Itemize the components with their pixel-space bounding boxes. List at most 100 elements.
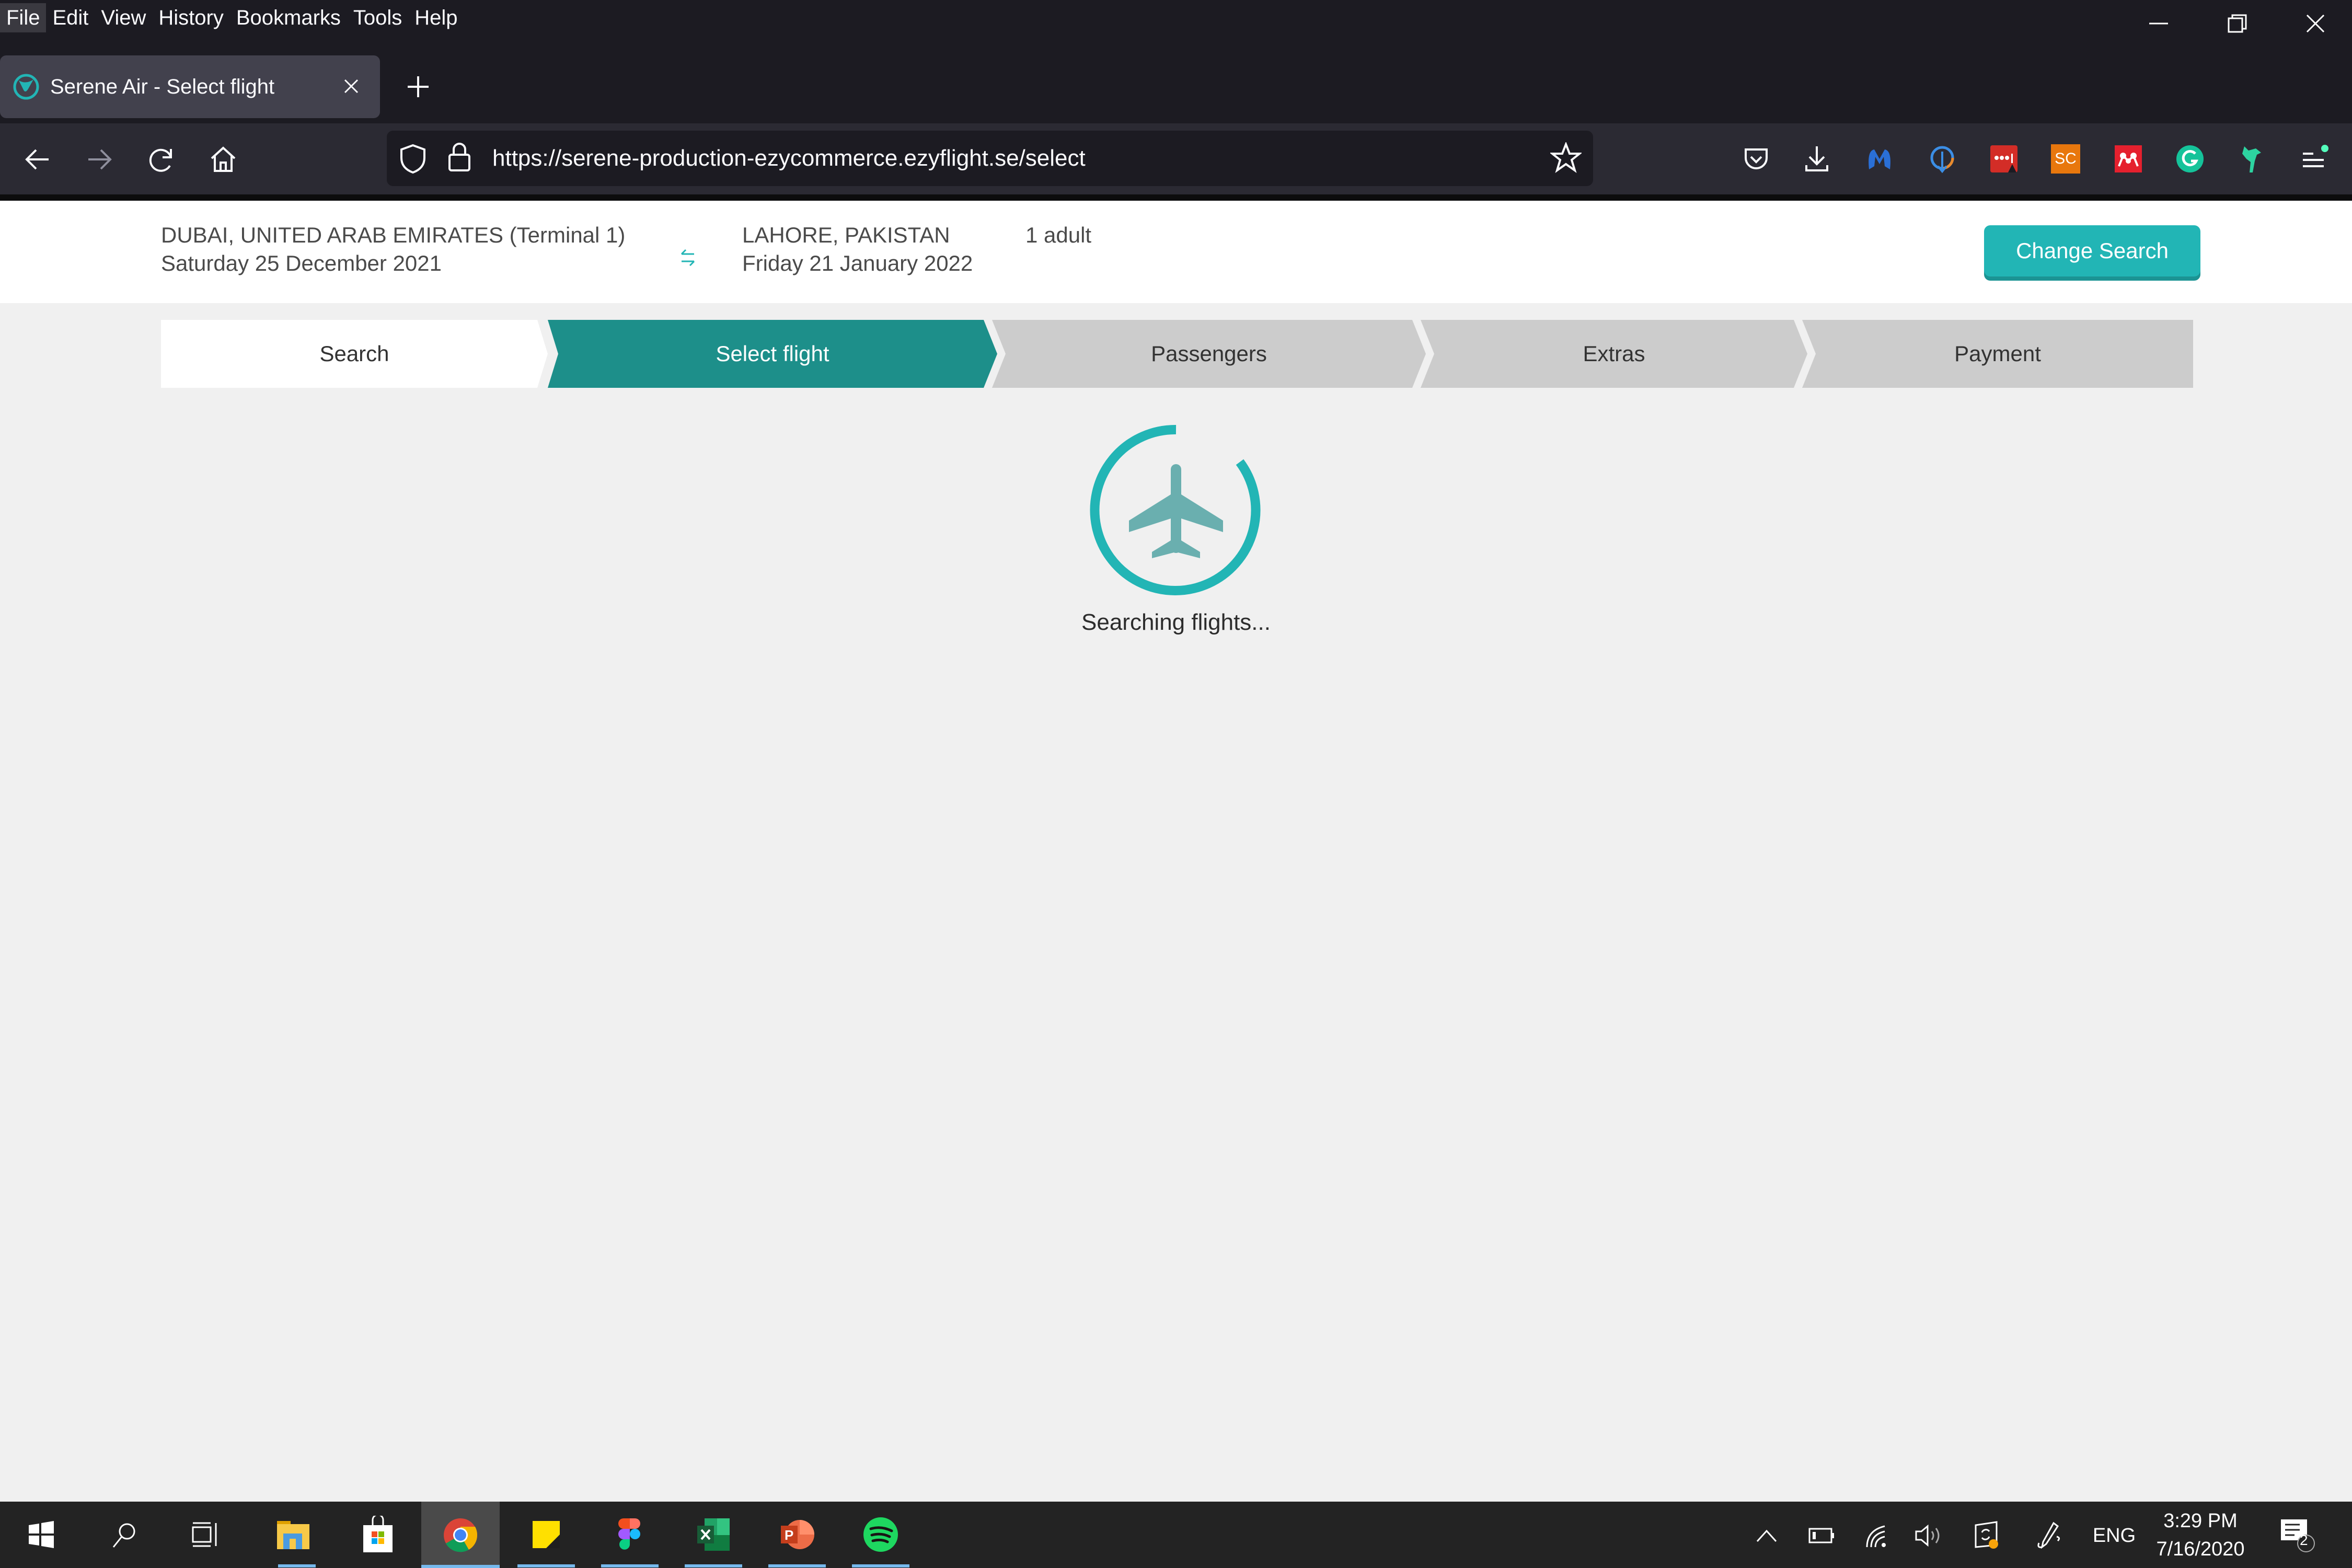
green-extension[interactable] bbox=[2235, 142, 2268, 176]
figma-icon bbox=[618, 1518, 640, 1550]
menu-help-label: Help bbox=[414, 6, 458, 29]
input-language[interactable]: ENG bbox=[2085, 1517, 2143, 1554]
sc-extension[interactable]: SC bbox=[2049, 142, 2082, 176]
chrome-icon bbox=[444, 1518, 478, 1552]
step-payment-label: Payment bbox=[1954, 341, 2041, 366]
action-center-button[interactable]: 2 bbox=[2277, 1517, 2319, 1554]
extension-green-icon bbox=[2242, 146, 2261, 172]
tab-serene-air[interactable]: Serene Air - Select flight bbox=[0, 55, 380, 118]
step-extras-label: Extras bbox=[1583, 341, 1645, 366]
language-label: ENG bbox=[2092, 1524, 2136, 1547]
pen-workspace-button[interactable] bbox=[2033, 1517, 2065, 1554]
step-search[interactable]: Search bbox=[161, 320, 548, 388]
menu-bar: File Edit View History Bookmarks Tools H… bbox=[0, 3, 464, 32]
file-explorer-icon bbox=[277, 1521, 309, 1549]
forward-button[interactable] bbox=[82, 141, 118, 178]
pen-icon bbox=[2037, 1521, 2060, 1549]
windows-update-icon bbox=[1975, 1521, 1998, 1549]
close-window-button[interactable] bbox=[2276, 0, 2352, 47]
windows-taskbar: P ENG 3:29 PM 7/16/2020 2 bbox=[0, 1502, 2352, 1568]
taskbar-chrome[interactable] bbox=[421, 1502, 500, 1568]
toolbar-separator bbox=[0, 194, 2352, 201]
reload-button[interactable] bbox=[143, 141, 180, 178]
taskbar-sticky-notes[interactable] bbox=[517, 1511, 575, 1567]
close-icon bbox=[2306, 14, 2325, 33]
forward-arrow-icon bbox=[88, 149, 112, 170]
malwarebytes-extension[interactable] bbox=[1863, 142, 1896, 176]
update-status[interactable] bbox=[1971, 1517, 2003, 1554]
new-tab-button[interactable] bbox=[402, 71, 434, 102]
change-search-button[interactable]: Change Search bbox=[1984, 225, 2200, 276]
loading-spinner bbox=[1090, 424, 1261, 595]
search-summary: DUBAI, UNITED ARAB EMIRATES (Terminal 1)… bbox=[0, 201, 2352, 303]
destination-city: LAHORE, PAKISTAN bbox=[742, 223, 950, 247]
clock-date: 7/16/2020 bbox=[2156, 1538, 2245, 1560]
home-button[interactable] bbox=[205, 141, 241, 178]
menu-bookmarks[interactable]: Bookmarks bbox=[230, 3, 347, 32]
running-indicator bbox=[768, 1564, 826, 1567]
departure-date: Saturday 25 December 2021 bbox=[161, 251, 442, 275]
back-button[interactable] bbox=[19, 141, 55, 178]
mendeley-extension[interactable] bbox=[2112, 142, 2145, 176]
blue-extension[interactable] bbox=[1926, 142, 1959, 176]
menu-file-label: File bbox=[6, 6, 40, 29]
battery-status[interactable] bbox=[1806, 1517, 1838, 1554]
step-select-flight[interactable]: Select flight bbox=[548, 320, 997, 388]
sc-icon: SC bbox=[2051, 144, 2080, 174]
grammarly-extension[interactable] bbox=[2173, 142, 2207, 176]
tab-title: Serene Air - Select flight bbox=[50, 75, 275, 98]
step-extras: Extras bbox=[1421, 320, 1807, 388]
menu-icon bbox=[2303, 145, 2328, 167]
notifications-icon bbox=[2281, 1519, 2315, 1552]
minimize-button[interactable] bbox=[2119, 0, 2198, 47]
url-text[interactable]: https://serene-production-ezycommerce.ez… bbox=[492, 145, 1086, 171]
minimize-icon bbox=[2149, 22, 2168, 25]
grammarly-icon bbox=[2176, 145, 2204, 172]
address-bar[interactable]: https://serene-production-ezycommerce.ez… bbox=[387, 131, 1593, 186]
taskbar-figma[interactable] bbox=[601, 1511, 659, 1567]
start-button[interactable] bbox=[13, 1511, 70, 1558]
task-view-button[interactable] bbox=[177, 1511, 234, 1558]
sticky-notes-icon bbox=[533, 1521, 560, 1548]
home-icon bbox=[211, 146, 236, 172]
mendeley-icon bbox=[2115, 145, 2142, 172]
battery-icon bbox=[1808, 1528, 1834, 1543]
menu-history[interactable]: History bbox=[152, 3, 229, 32]
taskbar-spotify[interactable] bbox=[852, 1511, 909, 1567]
plus-icon bbox=[408, 76, 429, 97]
menu-help[interactable]: Help bbox=[408, 3, 464, 32]
taskbar-powerpoint[interactable]: P bbox=[768, 1511, 826, 1567]
menu-edit[interactable]: Edit bbox=[46, 3, 95, 32]
chevron-up-icon bbox=[1756, 1529, 1777, 1542]
system-clock[interactable]: 3:29 PM 7/16/2020 bbox=[2148, 1507, 2253, 1563]
taskbar-excel[interactable] bbox=[685, 1511, 742, 1567]
shield-icon bbox=[400, 144, 425, 174]
notification-count: 2 bbox=[2300, 1532, 2308, 1548]
excel-icon bbox=[697, 1518, 730, 1551]
taskbar-microsoft-store[interactable] bbox=[349, 1511, 407, 1558]
menu-file[interactable]: File bbox=[0, 3, 47, 32]
lastpass-extension[interactable] bbox=[1987, 142, 2021, 176]
show-hidden-icons-button[interactable] bbox=[1751, 1517, 1782, 1554]
menu-tools[interactable]: Tools bbox=[347, 3, 408, 32]
close-icon bbox=[344, 79, 359, 94]
taskbar-file-explorer[interactable] bbox=[264, 1511, 322, 1567]
extension-blue-icon bbox=[1930, 146, 1954, 174]
return-date: Friday 21 January 2022 bbox=[742, 251, 973, 275]
volume-control[interactable] bbox=[1913, 1517, 1944, 1554]
wifi-status[interactable] bbox=[1862, 1517, 1893, 1554]
app-menu-button[interactable] bbox=[2298, 142, 2331, 176]
browser-title-bar: File Edit View History Bookmarks Tools H… bbox=[0, 0, 2352, 123]
tab-close-button[interactable] bbox=[338, 73, 364, 99]
loading-status-text: Searching flights... bbox=[1081, 609, 1271, 635]
windows-logo-icon bbox=[29, 1521, 54, 1548]
bookmark-star-icon[interactable] bbox=[1550, 142, 1582, 174]
back-arrow-icon bbox=[25, 149, 49, 170]
pocket-button[interactable] bbox=[1739, 142, 1773, 176]
restore-button[interactable] bbox=[2198, 0, 2276, 47]
downloads-button[interactable] bbox=[1800, 142, 1834, 176]
lastpass-icon bbox=[1990, 145, 2017, 172]
powerpoint-icon: P bbox=[781, 1520, 814, 1549]
menu-view[interactable]: View bbox=[95, 3, 152, 32]
taskbar-search-button[interactable] bbox=[96, 1511, 154, 1558]
